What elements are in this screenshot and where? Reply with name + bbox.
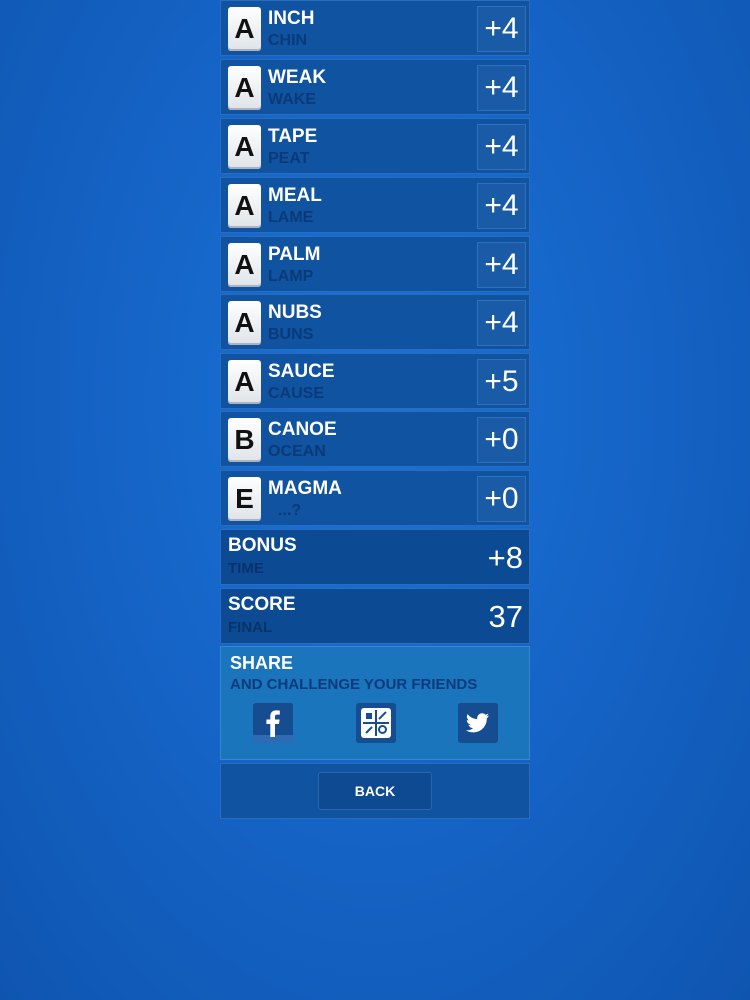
facebook-glyph bbox=[253, 703, 293, 743]
word-text: INCH bbox=[268, 8, 315, 29]
anagram-text: BUNS bbox=[268, 326, 314, 343]
letter-tile: A bbox=[228, 125, 261, 169]
letter-tile: B bbox=[228, 418, 261, 462]
points-value: +4 bbox=[477, 183, 526, 229]
points-value: +4 bbox=[477, 242, 526, 288]
word-row: E MAGMA ...? +0 bbox=[220, 470, 530, 526]
letter-tile: A bbox=[228, 66, 261, 110]
letter-tile: A bbox=[228, 301, 261, 345]
word-text: MEAL bbox=[268, 185, 322, 206]
bonus-row: BONUS TIME +8 bbox=[220, 529, 530, 585]
share-subtitle: AND CHALLENGE YOUR FRIENDS bbox=[230, 676, 478, 693]
share-section: SHARE AND CHALLENGE YOUR FRIENDS bbox=[220, 646, 530, 760]
word-row: A MEAL LAME +4 bbox=[220, 177, 530, 233]
score-value: 37 bbox=[488, 599, 523, 634]
twitter-glyph bbox=[458, 703, 498, 743]
letter-tile: A bbox=[228, 7, 261, 51]
letter-tile: A bbox=[228, 360, 261, 404]
share-title: SHARE bbox=[230, 653, 294, 673]
word-text: PALM bbox=[268, 244, 321, 265]
score-sub-label: FINAL bbox=[228, 619, 273, 636]
score-label: SCORE bbox=[228, 594, 296, 615]
points-value: +5 bbox=[477, 359, 526, 405]
word-row: A WEAK WAKE +4 bbox=[220, 59, 530, 115]
word-row: B CANOE OCEAN +0 bbox=[220, 411, 530, 467]
word-row: A PALM LAMP +4 bbox=[220, 236, 530, 292]
anagram-text: WAKE bbox=[268, 91, 316, 108]
anagram-text: CAUSE bbox=[268, 385, 325, 402]
word-text: MAGMA bbox=[268, 478, 342, 499]
word-row: A INCH CHIN +4 bbox=[220, 0, 530, 56]
back-area: BACK bbox=[220, 763, 530, 819]
bonus-value: +8 bbox=[487, 540, 523, 575]
bonus-sub-label: TIME bbox=[228, 560, 264, 577]
word-text: NUBS bbox=[268, 302, 322, 323]
results-panel: A INCH CHIN +4 A WEAK WAKE +4 A TAPE PEA… bbox=[220, 0, 530, 820]
back-button[interactable]: BACK bbox=[318, 772, 432, 810]
word-text: WEAK bbox=[268, 67, 327, 88]
anagram-text: OCEAN bbox=[268, 443, 326, 460]
anagram-text: PEAT bbox=[268, 150, 310, 167]
points-value: +4 bbox=[477, 300, 526, 346]
anagram-text: CHIN bbox=[268, 32, 308, 49]
letter-tile: A bbox=[228, 243, 261, 287]
game-center-glyph bbox=[356, 703, 396, 743]
word-text: SAUCE bbox=[268, 361, 335, 382]
bonus-label: BONUS bbox=[228, 535, 297, 556]
points-value: +4 bbox=[477, 124, 526, 170]
word-row: A SAUCE CAUSE +5 bbox=[220, 353, 530, 409]
letter-tile: A bbox=[228, 184, 261, 228]
points-value: +0 bbox=[477, 417, 526, 463]
word-row: A TAPE PEAT +4 bbox=[220, 118, 530, 174]
word-text: CANOE bbox=[268, 419, 337, 440]
points-value: +0 bbox=[477, 476, 526, 522]
points-value: +4 bbox=[477, 65, 526, 111]
letter-tile: E bbox=[228, 477, 261, 521]
anagram-text: LAME bbox=[268, 209, 314, 226]
word-row: A NUBS BUNS +4 bbox=[220, 294, 530, 350]
anagram-text: LAMP bbox=[268, 268, 314, 285]
word-text: TAPE bbox=[268, 126, 318, 147]
anagram-text: ...? bbox=[278, 502, 302, 519]
game-center-icon[interactable] bbox=[356, 703, 396, 743]
twitter-icon[interactable] bbox=[458, 703, 498, 743]
points-value: +4 bbox=[477, 6, 526, 52]
facebook-icon[interactable] bbox=[253, 703, 293, 743]
score-row: SCORE FINAL 37 bbox=[220, 588, 530, 644]
